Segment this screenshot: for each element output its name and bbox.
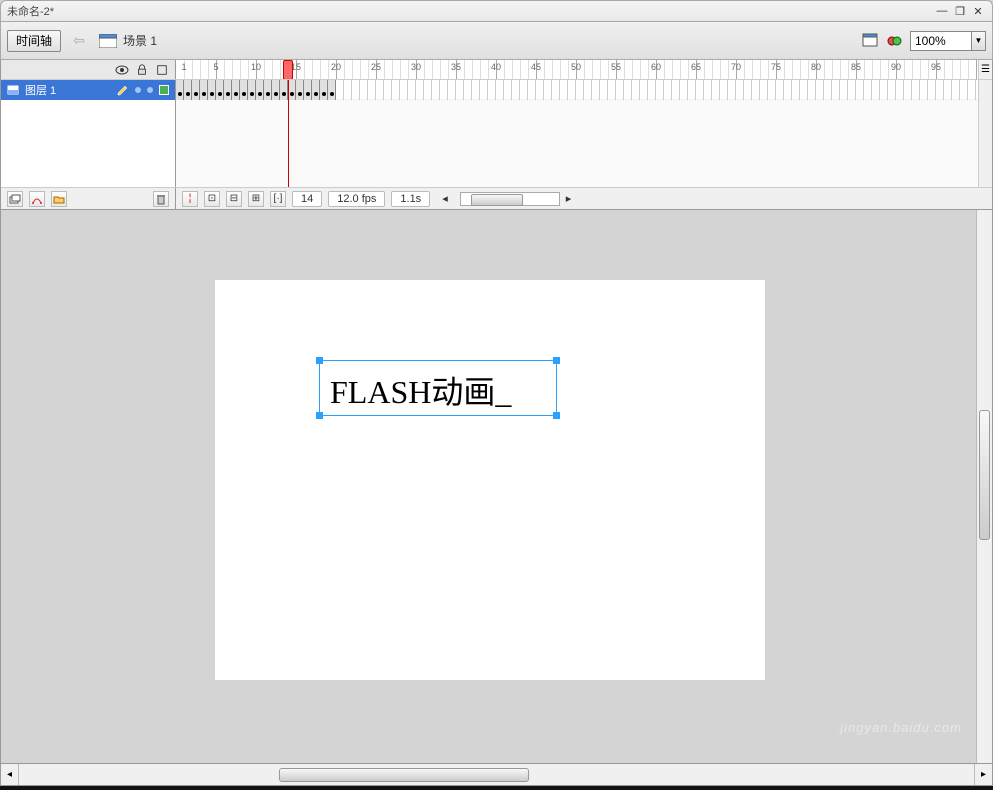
hscroll-left-button[interactable]: ◂	[1, 764, 19, 785]
edit-scene-icon[interactable]	[862, 33, 880, 49]
frames-hscroll[interactable]	[460, 192, 560, 206]
stage-vscroll[interactable]	[976, 210, 992, 763]
elapsed-time-status: 1.1s	[391, 191, 430, 207]
timeline-options-icon[interactable]: ☰	[978, 60, 992, 79]
timeline-ruler[interactable]: 15101520253035404550556065707580859095	[176, 60, 978, 79]
restore-button[interactable]: ❐	[952, 4, 968, 18]
vscroll-thumb[interactable]	[979, 410, 990, 540]
outline-color-box[interactable]	[159, 85, 169, 95]
fps-status: 12.0 fps	[328, 191, 385, 207]
back-arrow-icon[interactable]: ⇦	[67, 29, 91, 53]
selection-handle[interactable]	[316, 357, 323, 364]
onion-skin-outline-button[interactable]: ⊟	[226, 191, 242, 207]
eye-icon[interactable]	[115, 63, 129, 77]
stage-text[interactable]: FLASH动画_	[320, 361, 556, 419]
lock-dot[interactable]	[147, 87, 153, 93]
scene-toolbar: 时间轴 ⇦ 场景 1 ▼	[0, 22, 993, 60]
scene-name-label: 场景 1	[123, 32, 157, 49]
frames-area[interactable]	[176, 80, 978, 187]
layer-row[interactable]: 图层 1	[1, 80, 175, 100]
hscroll-thumb[interactable]	[279, 768, 529, 782]
zoom-input[interactable]	[910, 31, 972, 51]
lock-icon[interactable]	[135, 63, 149, 77]
onion-markers-button[interactable]: [·]	[270, 191, 286, 207]
timeline-footer: ¦ ⊡ ⊟ ⊞ [·] 14 12.0 fps 1.1s ◂ ▸	[1, 187, 992, 209]
scroll-left-icon[interactable]: ◂	[442, 192, 448, 205]
edit-multiple-frames-button[interactable]: ⊞	[248, 191, 264, 207]
frames-vscroll[interactable]	[978, 80, 992, 187]
hscroll-right-button[interactable]: ▸	[974, 764, 992, 785]
title-bar: 未命名-2* — ❐ ✕	[0, 0, 993, 22]
window-title: 未命名-2*	[7, 3, 54, 19]
center-frame-button[interactable]: ¦	[182, 191, 198, 207]
layer-name-label: 图层 1	[25, 82, 56, 98]
text-selection-box[interactable]: FLASH动画_	[319, 360, 557, 416]
visibility-dot[interactable]	[135, 87, 141, 93]
outline-icon[interactable]	[155, 63, 169, 77]
new-layer-button[interactable]	[7, 191, 23, 207]
current-frame-status: 14	[292, 191, 322, 207]
stage-hscroll[interactable]: ◂ ▸	[0, 764, 993, 786]
zoom-dropdown-button[interactable]: ▼	[972, 31, 986, 51]
layers-list: 图层 1	[1, 80, 176, 187]
stage-canvas[interactable]	[215, 280, 765, 680]
new-folder-button[interactable]	[51, 191, 67, 207]
onion-skin-button[interactable]: ⊡	[204, 191, 220, 207]
timeline-panel: 15101520253035404550556065707580859095 ☰…	[0, 60, 993, 210]
timeline-toggle-button[interactable]: 时间轴	[7, 30, 61, 52]
layer-header	[1, 60, 176, 79]
pencil-icon	[117, 84, 129, 96]
layer-icon	[7, 84, 19, 96]
playhead[interactable]	[283, 60, 293, 79]
delete-layer-button[interactable]	[153, 191, 169, 207]
symbol-icon[interactable]	[886, 33, 904, 49]
selection-handle[interactable]	[316, 412, 323, 419]
scroll-right-icon[interactable]: ▸	[566, 192, 572, 205]
stage-area[interactable]: FLASH动画_ jingyan.baidu.com	[0, 210, 993, 764]
minimize-button[interactable]: —	[934, 4, 950, 18]
watermark: jingyan.baidu.com	[840, 720, 962, 735]
close-button[interactable]: ✕	[970, 4, 986, 18]
scene-icon	[99, 34, 117, 48]
selection-handle[interactable]	[553, 357, 560, 364]
new-guide-layer-button[interactable]	[29, 191, 45, 207]
selection-handle[interactable]	[553, 412, 560, 419]
